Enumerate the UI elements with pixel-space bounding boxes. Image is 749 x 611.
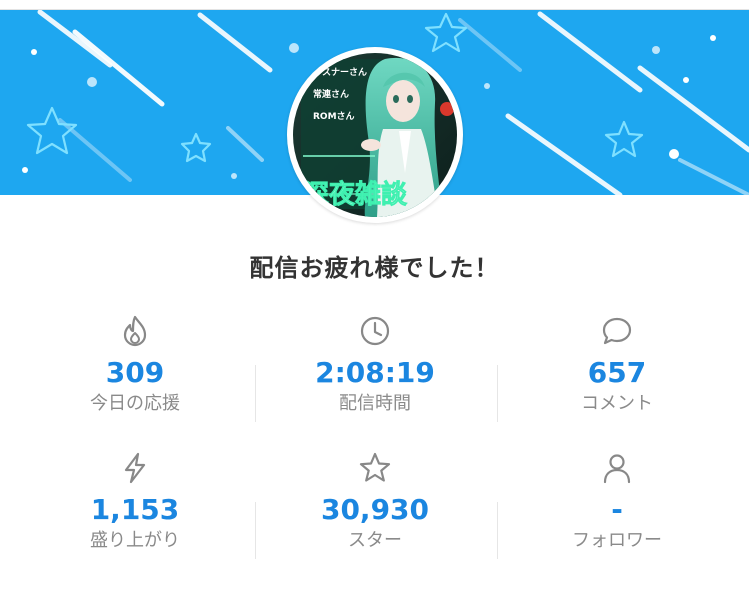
avatar-text-3: ROMさん	[313, 111, 355, 122]
divider	[255, 502, 256, 559]
top-edge	[0, 0, 749, 10]
avatar: リスナーさん 常連さん ROMさん 深夜雑談	[287, 47, 463, 223]
stat-excitement-label: 盛り上がり	[90, 530, 180, 551]
stat-followers-value: -	[611, 493, 623, 526]
fire-icon	[123, 315, 147, 347]
person-icon	[603, 454, 631, 484]
stat-excitement-value: 1,153	[90, 493, 180, 526]
stat-stars-value: 30,930	[320, 493, 430, 526]
lightning-icon	[124, 452, 146, 484]
stat-support-value: 309	[105, 356, 165, 389]
stat-stars: 30,930 スター	[255, 451, 495, 552]
stat-excitement: 1,153 盛り上がり	[15, 451, 255, 552]
stat-comments-value: 657	[587, 356, 647, 389]
star-icon	[359, 452, 391, 482]
stat-followers: - フォロワー	[497, 451, 737, 552]
stat-support-label: 今日の応援	[90, 393, 180, 414]
avatar-text-1: リスナーさん	[313, 67, 367, 78]
stat-followers-label: フォロワー	[572, 530, 662, 551]
avatar-text-4: 深夜雑談	[303, 179, 408, 210]
clock-icon	[360, 316, 390, 346]
divider	[497, 502, 498, 559]
speech-bubble-icon	[602, 317, 632, 345]
stat-duration-value: 2:08:19	[315, 356, 435, 389]
stat-support: 309 今日の応援	[15, 314, 255, 415]
avatar-image: リスナーさん 常連さん ROMさん 深夜雑談	[293, 53, 457, 217]
page-title: 配信お疲れ様でした！	[249, 254, 500, 282]
avatar-text-2: 常連さん	[313, 88, 349, 100]
stat-duration-label: 配信時間	[339, 393, 411, 414]
stat-comments: 657 コメント	[497, 314, 737, 415]
stat-comments-label: コメント	[581, 393, 653, 414]
divider	[255, 365, 256, 422]
divider	[497, 365, 498, 422]
stat-duration: 2:08:19 配信時間	[255, 314, 495, 415]
stat-stars-label: スター	[348, 530, 402, 551]
